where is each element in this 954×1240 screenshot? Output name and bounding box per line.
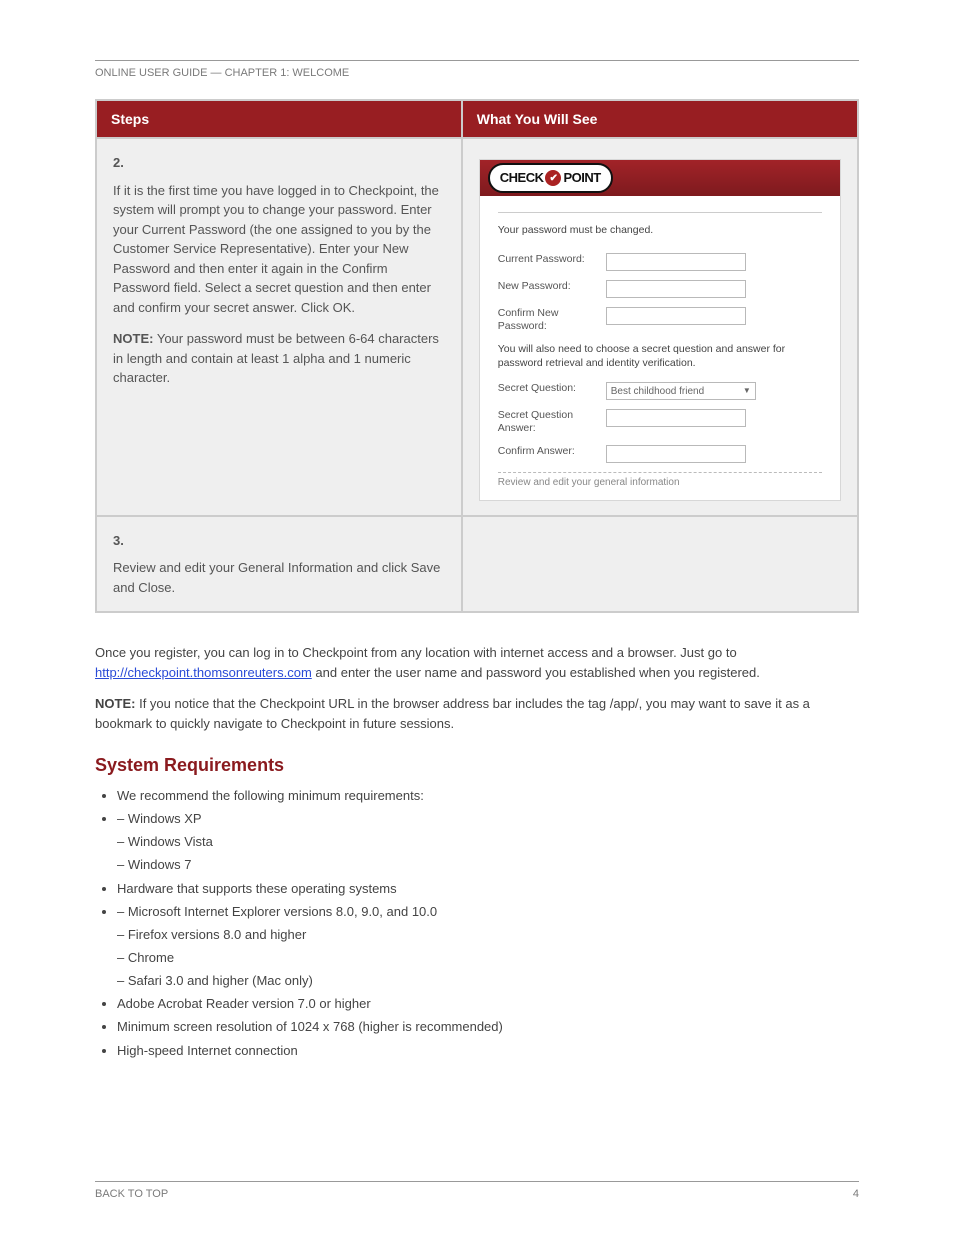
list-item: Windows Vista [117,832,859,852]
list-item: Minimum screen resolution of 1024 x 768 … [117,1017,859,1037]
note-label: NOTE: [113,331,153,346]
new-password-input[interactable] [606,280,746,298]
step-number: 2. [113,153,445,173]
page-number: 4 [853,1188,859,1200]
table-row: 2. If it is the first time you have logg… [96,138,858,516]
page-header: ONLINE USER GUIDE — CHAPTER 1: WELCOME [95,67,859,79]
list-item: Adobe Acrobat Reader version 7.0 or high… [117,994,859,1014]
step-text: If it is the first time you have logged … [113,183,439,315]
label-confirm-answer: Confirm Answer: [498,445,606,458]
swirl-icon: ✔ [545,170,561,186]
list-item: Safari 3.0 and higher (Mac only) [117,971,859,991]
current-password-input[interactable] [606,253,746,271]
col-whatsee: What You Will See [462,100,858,138]
label-new-password: New Password: [498,280,606,293]
label-current-password: Current Password: [498,253,606,266]
list-item: Hardware that supports these operating s… [117,879,859,899]
list-item: Microsoft Internet Explorer versions 8.0… [117,902,859,922]
label-confirm-password: Confirm New Password: [498,307,606,333]
list-item: High-speed Internet connection [117,1041,859,1061]
steps-table: Steps What You Will See 2. If it is the … [95,99,859,613]
page-footer: BACK TO TOP 4 [95,1181,859,1200]
list-item: Windows XP [117,809,859,829]
list-item: Firefox versions 8.0 and higher [117,925,859,945]
confirm-password-input[interactable] [606,307,746,325]
list-item: Chrome [117,948,859,968]
body-text: Once you register, you can log in to Che… [95,643,859,733]
secret-question-select[interactable]: Best childhood friend ▼ [606,382,756,400]
back-to-top[interactable]: BACK TO TOP [95,1188,168,1200]
screenshot-banner: CHECK ✔ POINT [480,160,840,196]
checkpoint-link[interactable]: http://checkpoint.thomsonreuters.com [95,665,312,680]
password-change-screenshot: CHECK ✔ POINT Your password must be chan… [479,159,841,501]
note-text: Your password must be between 6-64 chara… [113,331,439,385]
section-heading: System Requirements [95,755,859,776]
step-number: 3. [113,531,445,551]
requirements-list: We recommend the following minimum requi… [117,786,859,1061]
label-secret-question: Secret Question: [498,382,606,395]
step-text: Review and edit your General Information… [113,560,440,595]
secret-info: You will also need to choose a secret qu… [498,343,822,370]
table-row: 3. Review and edit your General Informat… [96,516,858,613]
chevron-down-icon: ▼ [743,385,751,397]
secret-answer-input[interactable] [606,409,746,427]
label-secret-answer: Secret Question Answer: [498,409,606,435]
col-steps: Steps [96,100,462,138]
checkpoint-logo: CHECK ✔ POINT [488,163,613,193]
password-msg: Your password must be changed. [498,223,822,239]
note-label: NOTE: [95,696,135,711]
list-item: Windows 7 [117,855,859,875]
tear-text: Review and edit your general information [498,472,822,490]
confirm-answer-input[interactable] [606,445,746,463]
